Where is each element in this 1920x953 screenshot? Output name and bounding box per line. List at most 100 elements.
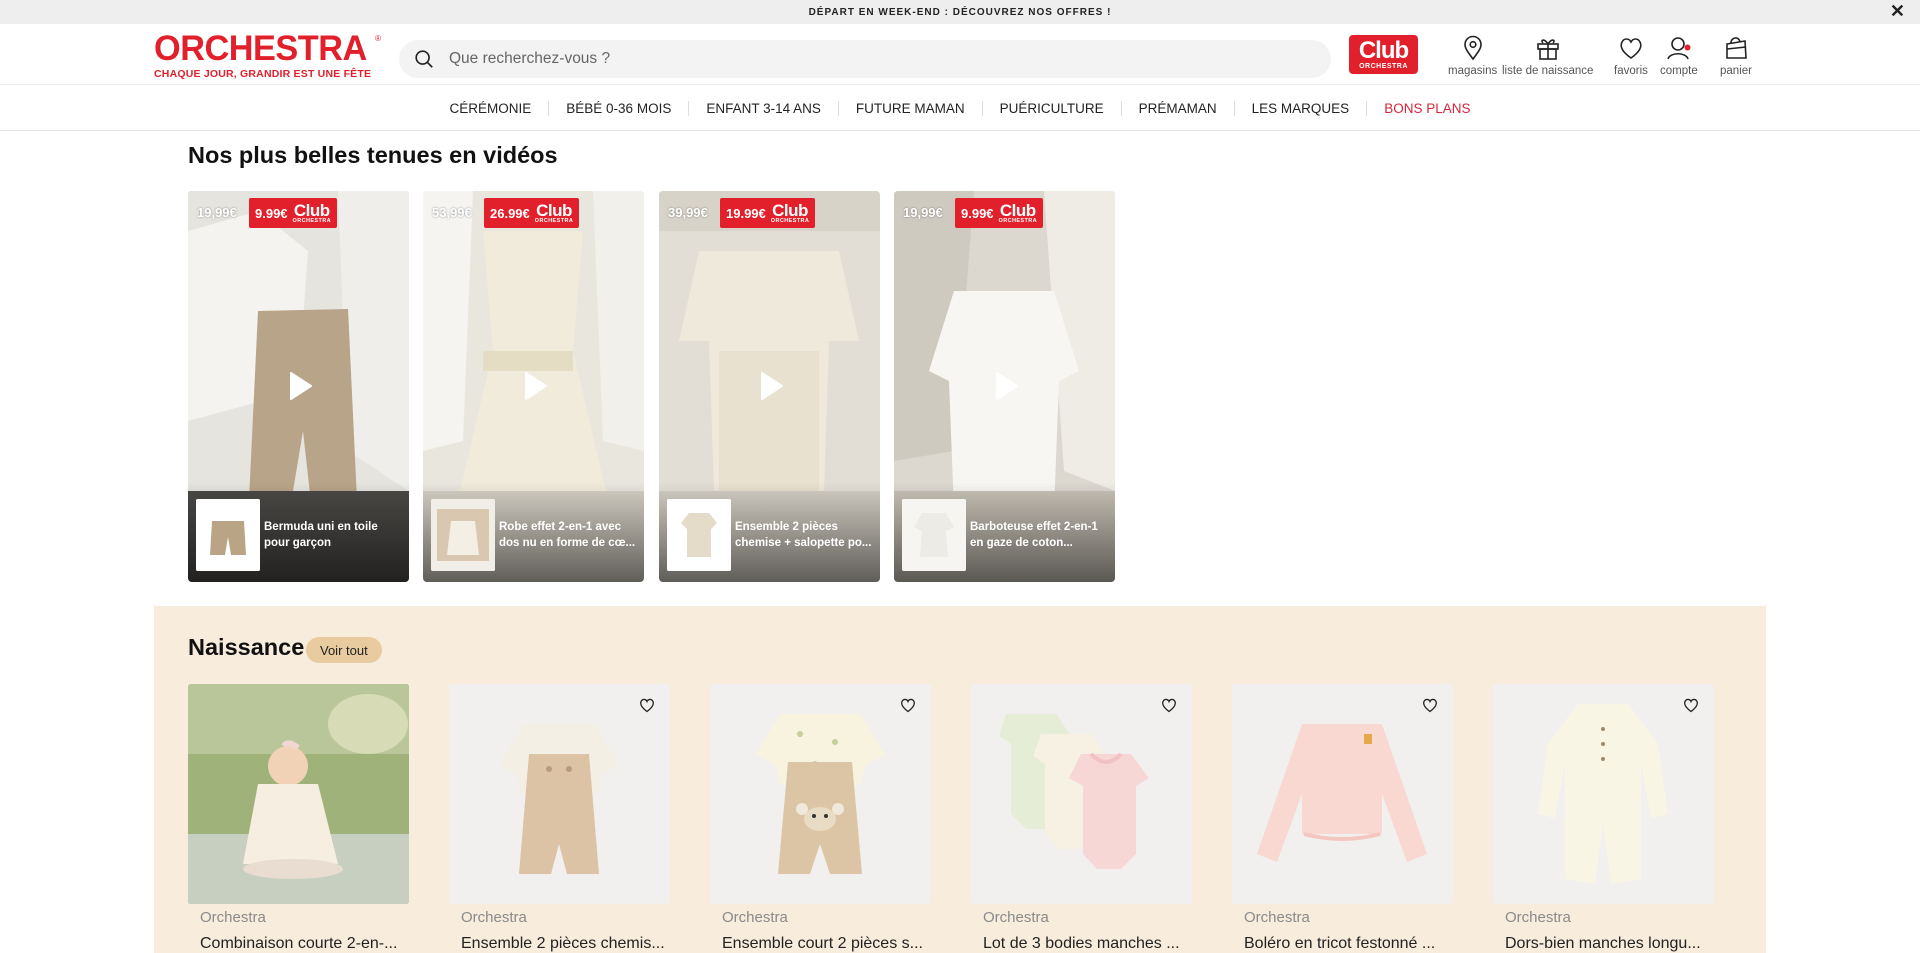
product-brand: Orchestra: [461, 909, 527, 926]
product-name[interactable]: Bermuda uni en toile pour garçon: [264, 519, 402, 551]
product-card[interactable]: Orchestra Ensemble court 2 pièces s...: [710, 684, 931, 953]
product-card[interactable]: Orchestra Lot de 3 bodies manches ...: [971, 684, 1192, 953]
club-sub: ORCHESTRA: [998, 217, 1037, 224]
nav-item-ceremonie[interactable]: CÉRÉMONIE: [433, 101, 549, 116]
logo-registered-mark: ®: [375, 34, 381, 43]
favorite-heart-icon[interactable]: [899, 696, 917, 714]
logo-wordmark: ORCHESTRA: [154, 29, 367, 68]
product-name[interactable]: Dors-bien manches longu...: [1505, 935, 1714, 953]
search-input[interactable]: Que recherchez-vous ?: [399, 40, 1331, 78]
search-icon: [415, 50, 433, 68]
nav-item-premaman[interactable]: PRÉMAMAN: [1120, 100, 1234, 116]
old-price: 19,99€: [903, 205, 943, 220]
nav-item-bebe[interactable]: BÉBÉ 0-36 MOIS: [548, 100, 688, 116]
product-card[interactable]: Orchestra Dors-bien manches longu...: [1493, 684, 1714, 953]
old-price: 19,99€: [197, 205, 237, 220]
video-card[interactable]: 53,99€ 26.99€ Club ORCHESTRA Robe effet 2…: [423, 191, 644, 582]
club-price-badge: 9.99€ Club ORCHESTRA: [249, 198, 337, 228]
product-image[interactable]: [710, 684, 931, 904]
cart-label: panier: [1720, 65, 1752, 77]
product-name[interactable]: Robe effet 2-en-1 avec dos nu en forme d…: [499, 519, 637, 551]
product-card[interactable]: Orchestra Ensemble 2 pièces chemis...: [449, 684, 670, 953]
account-label: compte: [1660, 65, 1698, 77]
heart-icon: [1620, 38, 1642, 59]
promo-banner[interactable]: DÉPART EN WEEK-END : DÉCOUVREZ NOS OFFRE…: [0, 0, 1920, 24]
logo-tagline: CHAQUE JOUR, GRANDIR EST UNE FÊTE: [154, 68, 372, 80]
birth-list-label: liste de naissance: [1502, 65, 1594, 77]
nav-item-enfant[interactable]: ENFANT 3-14 ANS: [688, 100, 838, 116]
product-image[interactable]: [1232, 684, 1453, 904]
product-brand: Orchestra: [1244, 909, 1310, 926]
club-price: 26.99€: [490, 205, 530, 221]
product-image[interactable]: [188, 684, 409, 904]
product-image[interactable]: [971, 684, 1192, 904]
play-icon[interactable]: [517, 369, 551, 403]
video-card[interactable]: 19,99€ 9.99€ Club ORCHESTRA Bermuda uni e…: [188, 191, 409, 582]
product-thumbnail[interactable]: [431, 499, 495, 571]
play-icon[interactable]: [988, 369, 1022, 403]
see-all-button[interactable]: Voir tout: [306, 637, 382, 663]
product-card[interactable]: Orchestra Boléro en tricot festonné ...: [1232, 684, 1453, 953]
favorite-heart-icon[interactable]: [1682, 696, 1700, 714]
stores-label: magasins: [1448, 65, 1498, 77]
video-card[interactable]: 39,99€ 19.99€ Club ORCHESTRA Ensemble 2 p…: [659, 191, 880, 582]
club-price: 19.99€: [726, 205, 766, 221]
product-image[interactable]: [449, 684, 670, 904]
product-thumbnail[interactable]: [196, 499, 260, 571]
play-icon[interactable]: [282, 369, 316, 403]
old-price: 39,99€: [668, 205, 708, 220]
club-sublabel: ORCHESTRA: [1359, 63, 1408, 70]
favorite-heart-icon[interactable]: [1160, 696, 1178, 714]
nav-item-puericulture[interactable]: PUÉRICULTURE: [981, 100, 1121, 116]
product-name[interactable]: Barboteuse effet 2-en-1 en gaze de coton…: [970, 519, 1108, 551]
stores-link[interactable]: magasins: [1448, 34, 1497, 77]
gift-icon: [1536, 39, 1559, 60]
product-thumbnail[interactable]: [902, 499, 966, 571]
product-name[interactable]: Combinaison courte 2-en-...: [200, 935, 409, 953]
old-price: 53,99€: [432, 205, 472, 220]
favorites-label: favoris: [1614, 65, 1648, 77]
product-brand: Orchestra: [200, 909, 266, 926]
nav-item-future-maman[interactable]: FUTURE MAMAN: [837, 100, 982, 116]
product-name[interactable]: Ensemble 2 pièces chemis...: [461, 935, 670, 953]
nav-item-bons-plans[interactable]: BONS PLANS: [1366, 100, 1487, 116]
search-placeholder: Que recherchez-vous ?: [449, 50, 611, 67]
product-brand: Orchestra: [1505, 909, 1571, 926]
product-card[interactable]: Orchestra Combinaison courte 2-en-...: [188, 684, 409, 953]
favorite-heart-icon[interactable]: [1421, 696, 1439, 714]
nav-item-marques[interactable]: LES MARQUES: [1233, 100, 1367, 116]
club-price: 9.99€: [255, 205, 288, 221]
club-price-badge: 26.99€ Club ORCHESTRA: [484, 198, 580, 228]
cart-link[interactable]: panier: [1720, 34, 1752, 77]
club-label: Club: [1358, 37, 1409, 64]
product-name[interactable]: Boléro en tricot festonné ...: [1244, 935, 1453, 953]
favorite-heart-icon[interactable]: [638, 696, 656, 714]
favorites-link[interactable]: favoris: [1614, 34, 1648, 77]
play-icon[interactable]: [753, 369, 787, 403]
club-word: Club: [293, 200, 330, 220]
video-card[interactable]: 19,99€ 9.99€ Club ORCHESTRA Barboteuse ef…: [894, 191, 1115, 582]
product-name[interactable]: Ensemble court 2 pièces s...: [722, 935, 931, 953]
club-sub: ORCHESTRA: [770, 217, 810, 224]
birth-list-link[interactable]: liste de naissance: [1502, 34, 1593, 77]
user-icon: [1667, 37, 1691, 60]
club-sub: ORCHESTRA: [534, 217, 574, 224]
location-pin-icon: [1463, 35, 1482, 61]
club-word: Club: [772, 200, 808, 220]
club-price: 9.99€: [961, 205, 994, 221]
club-price-badge: 19.99€ Club ORCHESTRA: [720, 198, 816, 228]
product-name[interactable]: Ensemble 2 pièces chemise + salopette po…: [735, 519, 873, 551]
header: ORCHESTRA ® CHAQUE JOUR, GRANDIR EST UNE…: [0, 24, 1920, 85]
product-image[interactable]: [1493, 684, 1714, 904]
close-icon[interactable]: ✕: [1890, 2, 1906, 20]
product-thumbnail[interactable]: [667, 499, 731, 571]
logo[interactable]: ORCHESTRA ® CHAQUE JOUR, GRANDIR EST UNE…: [154, 29, 382, 80]
account-link[interactable]: compte: [1660, 34, 1698, 77]
product-name[interactable]: Lot de 3 bodies manches ...: [983, 935, 1192, 953]
naissance-title: Naissance: [188, 634, 305, 660]
product-brand: Orchestra: [722, 909, 788, 926]
promo-text[interactable]: DÉPART EN WEEK-END : DÉCOUVREZ NOS OFFRE…: [809, 7, 1112, 18]
club-word: Club: [536, 200, 572, 220]
club-orchestra-button[interactable]: Club ORCHESTRA: [1349, 35, 1418, 74]
videos-title: Nos plus belles tenues en vidéos: [188, 142, 558, 168]
